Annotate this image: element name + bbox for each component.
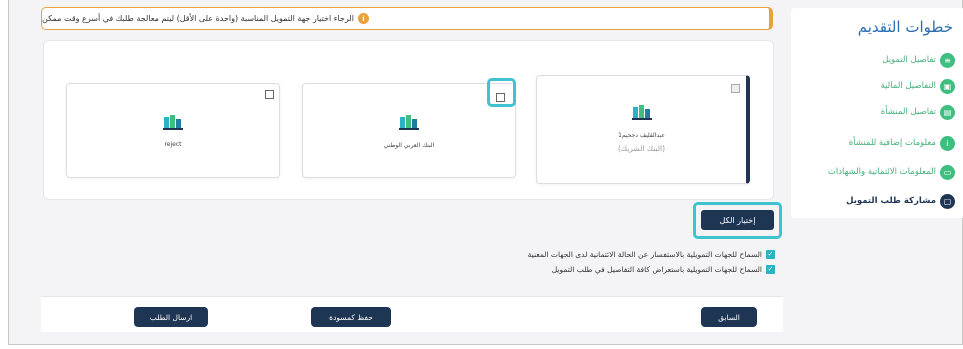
bank-name: reject: [164, 141, 182, 148]
checkbox-highlight: [487, 78, 516, 107]
bank-icon: [163, 115, 183, 130]
consent-label: السماح للجهات التمويلية باستعراض كافة ال…: [551, 265, 762, 274]
sidebar-title: خطوات التقديم: [857, 18, 953, 36]
save-draft-button[interactable]: حفظ كمسودة: [311, 307, 391, 327]
check-icon[interactable]: ✓: [766, 265, 775, 274]
alert-text: الرجاء اختيار جهة التمويل المناسبة (واحد…: [42, 14, 354, 23]
previous-button[interactable]: السابق: [701, 307, 757, 327]
step-label: مشاركة طلب التمويل: [846, 196, 936, 206]
consent-credit-inquiry[interactable]: ✓ السماح للجهات التمويلية بالاستفسار عن …: [528, 250, 775, 259]
bank-name: البنك العربي الوطني: [383, 142, 435, 149]
bank-name: عبدالقليف دجحيم1: [618, 132, 665, 139]
step-share-request[interactable]: ▢ مشاركة طلب التمويل: [846, 192, 955, 210]
funding-card-anb[interactable]: البنك العربي الوطني: [302, 83, 516, 178]
app-frame: خطوات التقديم ≡ تفاصيل التمويل ▣ التفاصي…: [8, 0, 963, 345]
steps-sidebar: خطوات التقديم ≡ تفاصيل التمويل ▣ التفاصي…: [791, 8, 963, 218]
step-financial-details[interactable]: ▣ التفاصيل المالية: [880, 77, 955, 95]
main-content: i الرجاء اختيار جهة التمويل المناسبة (وا…: [41, 0, 783, 338]
check-icon[interactable]: ✓: [766, 250, 775, 259]
step-additional-info[interactable]: i معلومات إضافية للمنشأة: [849, 134, 955, 152]
form-footer: السابق حفظ كمسودة ارسال الطلب: [41, 296, 783, 332]
step-credit-info[interactable]: ▭ المعلومات الائتمانية والشهادات: [828, 163, 955, 181]
alert-banner: i الرجاء اختيار جهة التمويل المناسبة (وا…: [41, 7, 773, 30]
bank-icon: [631, 105, 652, 120]
money-icon: ▣: [940, 78, 955, 94]
step-label: تفاصيل التمويل: [882, 55, 936, 65]
step-label: معلومات إضافية للمنشأة: [848, 138, 936, 148]
consent-view-details[interactable]: ✓ السماح للجهات التمويلية باستعراض كافة …: [552, 265, 775, 274]
select-all-button[interactable]: إختيار الكل: [701, 210, 774, 230]
submit-request-button[interactable]: ارسال الطلب: [134, 307, 208, 327]
consent-label: السماح للجهات التمويلية بالاستفسار عن ال…: [527, 250, 762, 259]
card-checkbox[interactable]: [731, 84, 740, 93]
funding-card-partner[interactable]: عبدالقليف دجحيم1 (البنك الشريك): [536, 75, 750, 184]
funding-entities-panel: عبدالقليف دجحيم1 (البنك الشريك) البنك ال…: [43, 40, 774, 200]
step-label: التفاصيل المالية: [880, 81, 937, 91]
share-icon: ▢: [940, 193, 955, 209]
info-icon: i: [940, 135, 955, 151]
list-icon: ≡: [940, 52, 955, 68]
certificate-icon: ▭: [940, 164, 955, 180]
step-establishment-details[interactable]: ▤ تفاصيل المنشأة: [881, 103, 955, 121]
funding-card-reject[interactable]: reject: [66, 83, 280, 178]
step-financing-details[interactable]: ≡ تفاصيل التمويل: [882, 51, 955, 69]
info-icon: i: [357, 13, 369, 24]
step-label: المعلومات الائتمانية والشهادات: [827, 167, 936, 177]
card-checkbox[interactable]: [265, 90, 274, 99]
building-icon: ▤: [940, 104, 955, 120]
step-label: تفاصيل المنشأة: [880, 107, 936, 117]
bank-subtitle: (البنك الشريك): [617, 144, 666, 153]
bank-icon: [399, 115, 419, 130]
